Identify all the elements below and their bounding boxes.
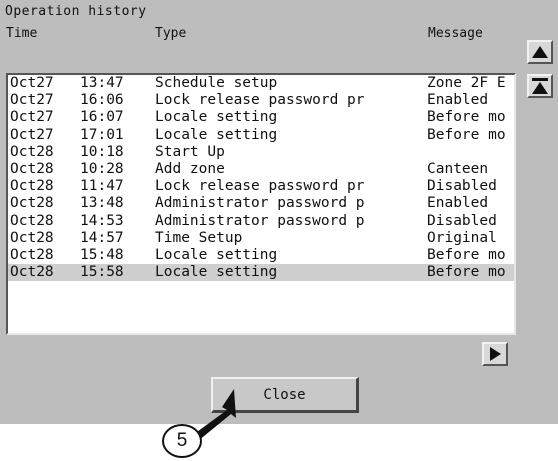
row-type: Lock release password pr xyxy=(155,178,365,195)
row-message: Original xyxy=(427,229,497,246)
operation-history-panel: Operation history Time Type Message Oct2… xyxy=(0,0,558,424)
row-message: Before mo xyxy=(427,246,506,263)
row-type: Time Setup xyxy=(155,229,243,246)
row-message: Disabled xyxy=(427,178,497,195)
row-type: Locale setting xyxy=(155,264,278,281)
history-row[interactable]: Oct28 14:57 Time Setup Original xyxy=(8,230,514,247)
row-type: Locale setting xyxy=(155,109,278,126)
arrow-top-icon xyxy=(532,78,548,94)
row-type: Locale setting xyxy=(155,126,278,143)
window-title: Operation history xyxy=(5,4,147,19)
row-date: Oct27 xyxy=(10,109,54,126)
history-list[interactable]: Oct27 13:47 Schedule setup Zone 2F E Oct27 16… xyxy=(6,73,516,335)
history-row[interactable]: Oct28 15:58 Locale setting Before mo xyxy=(8,264,514,282)
row-type: Administrator password p xyxy=(155,195,365,212)
history-row[interactable]: Oct28 10:28 Add zone Canteen xyxy=(8,161,514,178)
row-time: 16:06 xyxy=(80,92,124,109)
row-time: 10:18 xyxy=(80,143,124,160)
row-date: Oct28 xyxy=(10,229,54,246)
history-row[interactable]: Oct27 17:01 Locale setting Before mo xyxy=(8,127,514,144)
row-time: 17:01 xyxy=(80,126,124,143)
row-message: Before mo xyxy=(427,126,506,143)
arrow-up-icon xyxy=(532,46,548,58)
row-type: Start Up xyxy=(155,143,225,160)
history-row[interactable]: Oct28 15:48 Locale setting Before mo xyxy=(8,247,514,264)
callout-number: 5 xyxy=(162,424,202,458)
scroll-to-top-button[interactable] xyxy=(527,74,553,98)
history-row[interactable]: Oct28 14:53 Administrator password p Disabl… xyxy=(8,213,514,230)
row-message: Before mo xyxy=(427,264,506,281)
row-type: Locale setting xyxy=(155,246,278,263)
history-row[interactable]: Oct27 16:07 Locale setting Before mo xyxy=(8,109,514,126)
row-date: Oct28 xyxy=(10,143,54,160)
row-date: Oct28 xyxy=(10,160,54,177)
column-header-message: Message xyxy=(428,26,483,41)
row-time: 14:57 xyxy=(80,229,124,246)
row-message: Disabled xyxy=(427,212,497,229)
row-type: Administrator password p xyxy=(155,212,365,229)
row-date: Oct28 xyxy=(10,178,54,195)
arrow-right-icon xyxy=(490,347,501,361)
row-time: 15:58 xyxy=(80,264,124,281)
row-time: 11:47 xyxy=(80,178,124,195)
history-row[interactable]: Oct28 11:47 Lock release password pr Disabl… xyxy=(8,178,514,195)
row-date: Oct28 xyxy=(10,212,54,229)
row-time: 13:47 xyxy=(80,75,124,91)
row-time: 10:28 xyxy=(80,160,124,177)
row-message: Enabled xyxy=(427,92,489,109)
row-date: Oct27 xyxy=(10,75,54,91)
row-message: Canteen xyxy=(427,160,489,177)
row-time: 16:07 xyxy=(80,109,124,126)
row-message: Enabled xyxy=(427,195,489,212)
history-row[interactable]: Oct27 16:06 Lock release password pr Enable… xyxy=(8,92,514,109)
row-time: 14:53 xyxy=(80,212,124,229)
row-time: 15:48 xyxy=(80,246,124,263)
row-type: Add zone xyxy=(155,160,225,177)
row-date: Oct27 xyxy=(10,92,54,109)
history-row[interactable]: Oct28 10:18 Start Up xyxy=(8,144,514,161)
row-date: Oct28 xyxy=(10,195,54,212)
row-time: 13:48 xyxy=(80,195,124,212)
scroll-right-button[interactable] xyxy=(482,342,508,366)
history-row[interactable]: Oct28 13:48 Administrator password p Enable… xyxy=(8,195,514,212)
column-header-time: Time xyxy=(6,26,38,41)
history-row[interactable]: Oct27 13:47 Schedule setup Zone 2F E xyxy=(8,75,514,92)
row-message: Zone 2F E xyxy=(427,75,506,91)
column-header-type: Type xyxy=(155,26,187,41)
row-type: Lock release password pr xyxy=(155,92,365,109)
row-type: Schedule setup xyxy=(155,75,278,91)
row-date: Oct28 xyxy=(10,246,54,263)
row-date: Oct27 xyxy=(10,126,54,143)
scroll-up-button[interactable] xyxy=(527,40,553,64)
row-message: Before mo xyxy=(427,109,506,126)
row-date: Oct28 xyxy=(10,264,54,281)
